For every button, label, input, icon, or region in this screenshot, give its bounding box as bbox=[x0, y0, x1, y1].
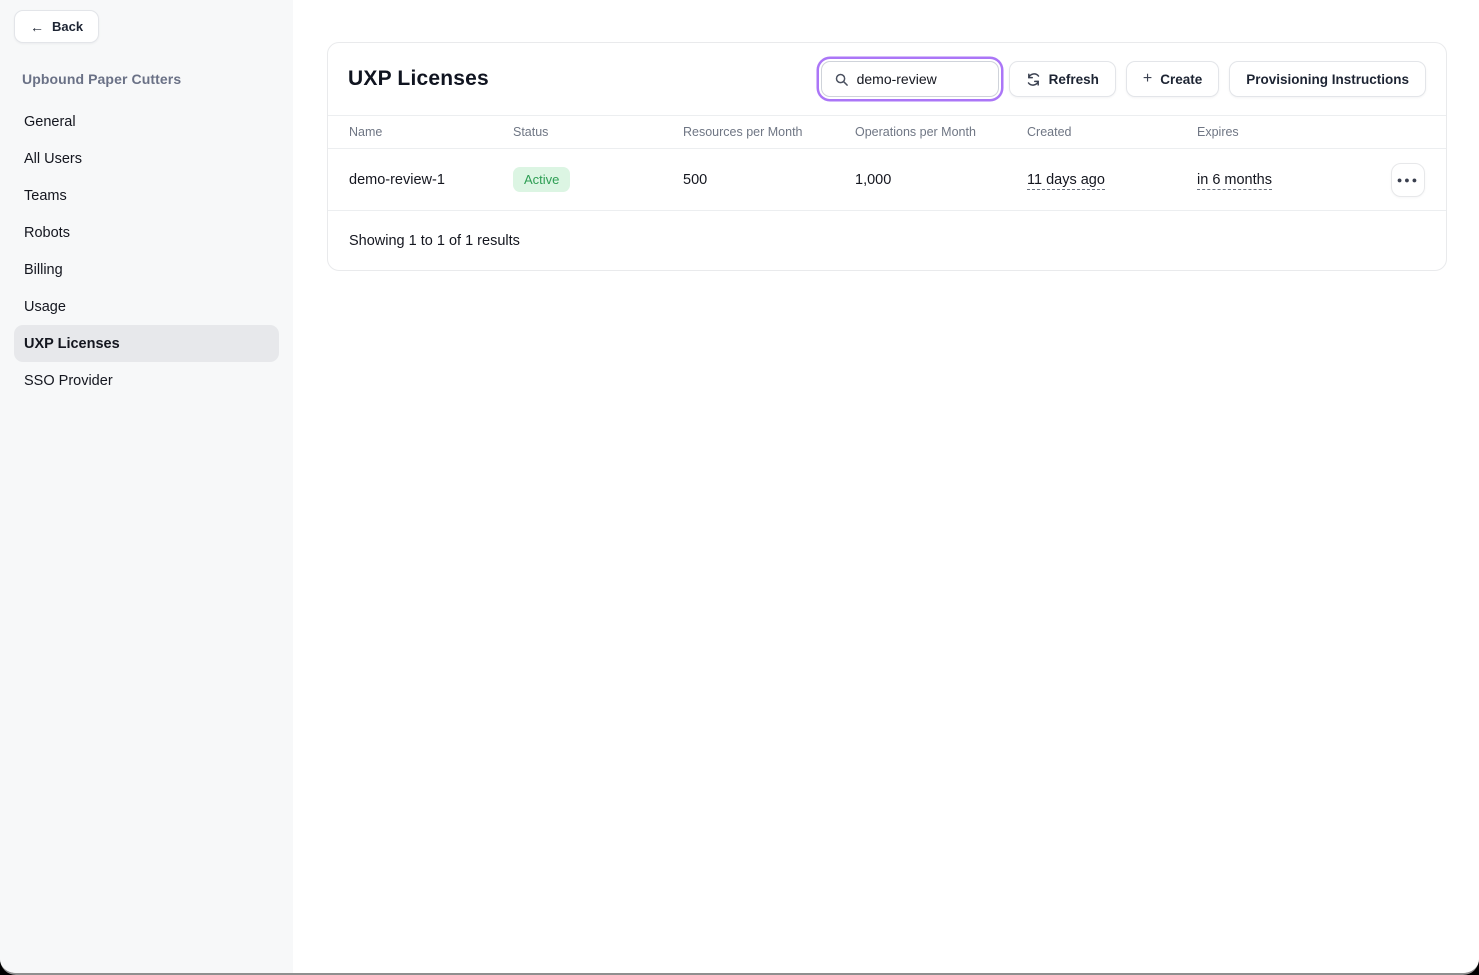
sidebar-item-general[interactable]: General bbox=[14, 103, 279, 140]
status-badge: Active bbox=[513, 167, 570, 192]
refresh-button[interactable]: Refresh bbox=[1009, 61, 1116, 97]
results-summary: Showing 1 to 1 of 1 results bbox=[328, 211, 1446, 270]
create-button-label: Create bbox=[1160, 72, 1202, 87]
search-icon bbox=[834, 72, 849, 87]
row-actions: ●●● bbox=[1381, 163, 1425, 197]
back-arrow-icon: ← bbox=[30, 20, 44, 34]
expires-cell: in 6 months bbox=[1197, 172, 1381, 188]
header-controls: Refresh + Create Provisioning Instructio… bbox=[821, 61, 1426, 97]
table-row: demo-review-1 Active 500 1,000 11 days a… bbox=[328, 149, 1446, 211]
back-button[interactable]: ← Back bbox=[14, 10, 99, 43]
column-header-resources: Resources per Month bbox=[683, 125, 855, 139]
sidebar-item-uxp-licenses[interactable]: UXP Licenses bbox=[14, 325, 279, 362]
page-title: UXP Licenses bbox=[348, 67, 489, 91]
refresh-button-label: Refresh bbox=[1049, 72, 1099, 87]
create-button[interactable]: + Create bbox=[1126, 61, 1219, 97]
expires-date-text[interactable]: in 6 months bbox=[1197, 172, 1272, 190]
column-header-name: Name bbox=[349, 125, 513, 139]
sidebar-item-teams[interactable]: Teams bbox=[14, 177, 279, 214]
column-header-created: Created bbox=[1027, 125, 1197, 139]
created-cell: 11 days ago bbox=[1027, 172, 1197, 188]
created-date-text[interactable]: 11 days ago bbox=[1027, 172, 1105, 190]
column-header-expires: Expires bbox=[1197, 125, 1381, 139]
uxp-licenses-card: UXP Licenses bbox=[327, 42, 1447, 271]
sidebar-item-usage[interactable]: Usage bbox=[14, 288, 279, 325]
provisioning-instructions-button[interactable]: Provisioning Instructions bbox=[1229, 61, 1426, 97]
back-button-label: Back bbox=[52, 19, 83, 34]
sidebar-item-billing[interactable]: Billing bbox=[14, 251, 279, 288]
sidebar-item-robots[interactable]: Robots bbox=[14, 214, 279, 251]
provisioning-instructions-label: Provisioning Instructions bbox=[1246, 72, 1409, 87]
org-name-heading: Upbound Paper Cutters bbox=[22, 71, 271, 87]
plus-icon: + bbox=[1143, 71, 1152, 87]
settings-sidebar: ← Back Upbound Paper Cutters General All… bbox=[0, 0, 293, 973]
column-header-status: Status bbox=[513, 125, 683, 139]
search-box bbox=[821, 61, 999, 97]
status-cell: Active bbox=[513, 167, 683, 192]
sidebar-item-sso-provider[interactable]: SSO Provider bbox=[14, 362, 279, 399]
search-input[interactable] bbox=[857, 71, 986, 87]
sidebar-nav: General All Users Teams Robots Billing U… bbox=[14, 103, 279, 399]
card-header: UXP Licenses bbox=[328, 43, 1446, 115]
main-content: UXP Licenses bbox=[293, 0, 1479, 973]
column-header-operations: Operations per Month bbox=[855, 125, 1027, 139]
refresh-icon bbox=[1026, 72, 1041, 87]
table-header-row: Name Status Resources per Month Operatio… bbox=[328, 115, 1446, 149]
operations-cell: 1,000 bbox=[855, 172, 1027, 188]
license-name-cell: demo-review-1 bbox=[349, 172, 513, 188]
row-menu-button[interactable]: ●●● bbox=[1391, 163, 1425, 197]
sidebar-item-all-users[interactable]: All Users bbox=[14, 140, 279, 177]
resources-cell: 500 bbox=[683, 172, 855, 188]
app-window: ← Back Upbound Paper Cutters General All… bbox=[0, 0, 1479, 975]
ellipsis-icon: ●●● bbox=[1397, 175, 1419, 185]
